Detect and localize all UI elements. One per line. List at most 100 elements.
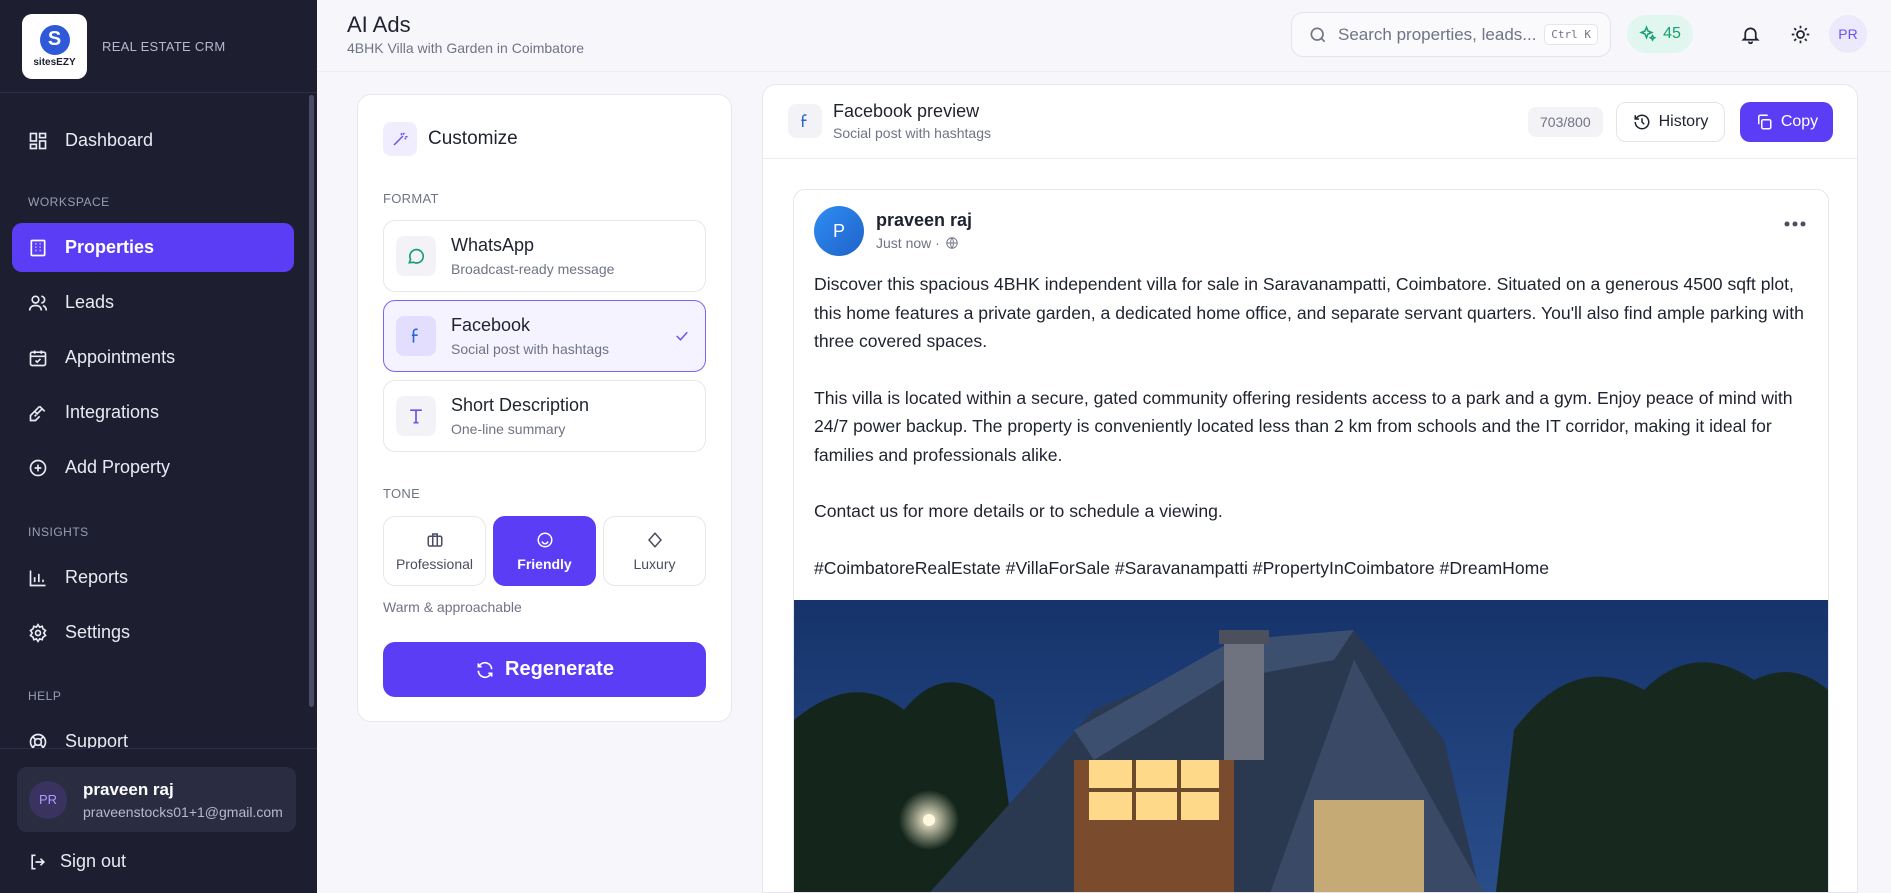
check-icon <box>673 327 691 350</box>
format-option-whatsapp[interactable]: WhatsApp Broadcast-ready message <box>383 220 706 292</box>
gear-icon <box>28 622 48 643</box>
tone-option-friendly[interactable]: Friendly <box>493 516 596 586</box>
plug-icon <box>28 403 48 423</box>
building-icon <box>28 238 48 258</box>
sign-out-label: Sign out <box>60 851 127 871</box>
sidebar-item-properties[interactable]: Properties <box>12 223 294 272</box>
logo-mark: S <box>39 24 70 55</box>
tone-label-text: Professional <box>395 555 474 572</box>
credits-count: 45 <box>1663 25 1681 42</box>
copy-label: Copy <box>1780 113 1819 130</box>
sidebar-item-appointments[interactable]: Appointments <box>12 333 294 382</box>
text-icon <box>396 396 436 436</box>
facebook-icon <box>788 104 822 138</box>
plus-circle-icon <box>28 458 48 478</box>
regenerate-button[interactable]: Regenerate <box>383 642 706 697</box>
format-label: FORMAT <box>383 191 439 206</box>
property-photo <box>794 600 1828 892</box>
logo[interactable]: S sitesEZY <box>22 13 87 79</box>
smile-icon <box>537 532 552 547</box>
avatar: PR <box>29 780 67 819</box>
villa-image <box>794 600 1828 892</box>
post-hashtags: #CoimbatoreRealEstate #VillaForSale #Sar… <box>814 557 1550 578</box>
format-title: WhatsApp <box>451 235 535 255</box>
sidebar-item-integrations[interactable]: Integrations <box>12 388 294 437</box>
magic-wand-icon <box>383 122 417 156</box>
search-box[interactable]: Ctrl K <box>1291 12 1611 57</box>
section-label-workspace: WORKSPACE <box>28 195 110 209</box>
sign-out-icon <box>31 854 46 869</box>
sidebar-item-reports[interactable]: Reports <box>12 553 294 602</box>
format-option-short-description[interactable]: Short Description One-line summary <box>383 380 706 452</box>
format-option-facebook[interactable]: Facebook Social post with hashtags <box>383 300 706 372</box>
tone-description: Warm & approachable <box>383 599 522 615</box>
history-label: History <box>1658 113 1709 130</box>
post-body: Discover this spacious 4BHK independent … <box>814 270 1810 610</box>
user-email: praveenstocks01+1@gmail.com <box>83 803 283 820</box>
briefcase-icon <box>427 532 442 547</box>
more-options-button[interactable] <box>1784 215 1806 233</box>
format-subtitle: Social post with hashtags <box>451 341 609 357</box>
format-title: Facebook <box>451 315 531 335</box>
tone-label-text: Luxury <box>633 555 676 572</box>
character-counter: 703/800 <box>1528 107 1603 137</box>
preview-subtitle: Social post with hashtags <box>833 125 991 141</box>
page-title: AI Ads <box>347 12 411 37</box>
user-info: praveen raj praveenstocks01+1@gmail.com <box>83 780 288 820</box>
sidebar-item-label: Add Property <box>65 457 171 477</box>
notifications-button[interactable] <box>1731 15 1769 53</box>
facebook-post-card: P praveen raj Just now · Discover this s… <box>793 189 1829 892</box>
page-subtitle: 4BHK Villa with Garden in Coimbatore <box>347 40 585 56</box>
diamond-icon <box>647 531 662 548</box>
tone-option-luxury[interactable]: Luxury <box>603 516 706 586</box>
format-subtitle: One-line summary <box>451 421 566 437</box>
preview-panel: Facebook preview Social post with hashta… <box>762 84 1858 893</box>
users-icon <box>28 293 48 313</box>
customize-panel: Customize FORMAT WhatsApp Broadcast-read… <box>357 94 732 722</box>
dashboard-icon <box>28 131 48 151</box>
logo-text: sitesEZY <box>33 56 76 68</box>
user-card[interactable]: PR praveen raj praveenstocks01+1@gmail.c… <box>17 767 296 832</box>
theme-toggle-button[interactable] <box>1781 15 1819 53</box>
search-icon <box>1310 27 1326 42</box>
post-author: praveen raj <box>876 210 973 230</box>
sidebar-item-label: Appointments <box>65 347 176 367</box>
customize-title: Customize <box>428 128 518 149</box>
tone-label: TONE <box>383 486 421 501</box>
shortcut-hint: Ctrl K <box>1544 24 1598 45</box>
facebook-icon <box>396 316 436 356</box>
brand-subtitle: REAL ESTATE CRM <box>102 38 226 54</box>
more-horizontal-icon <box>1784 221 1806 227</box>
post-paragraph: This villa is located within a secure, g… <box>814 387 1793 465</box>
sidebar-item-leads[interactable]: Leads <box>12 278 294 327</box>
sidebar-item-settings[interactable]: Settings <box>12 608 294 657</box>
search-input[interactable] <box>1338 24 1538 45</box>
sidebar-item-dashboard[interactable]: Dashboard <box>12 116 294 165</box>
sidebar-item-add-property[interactable]: Add Property <box>12 443 294 492</box>
sidebar: S sitesEZY REAL ESTATE CRM Dashboard WOR… <box>0 0 317 893</box>
sign-out-button[interactable]: Sign out <box>28 851 126 872</box>
sidebar-item-label: Reports <box>65 567 129 587</box>
brand: S sitesEZY REAL ESTATE CRM <box>0 0 317 93</box>
globe-icon <box>946 237 958 249</box>
post-paragraph: Discover this spacious 4BHK independent … <box>814 274 1804 351</box>
refresh-icon <box>477 661 493 678</box>
sidebar-item-label: Properties <box>65 237 155 257</box>
post-paragraph: Contact us for more details or to schedu… <box>814 501 1223 521</box>
tone-option-professional[interactable]: Professional <box>383 516 486 586</box>
regenerate-label: Regenerate <box>505 658 614 680</box>
sidebar-item-label: Leads <box>65 292 115 312</box>
bar-chart-icon <box>28 568 48 588</box>
history-button[interactable]: History <box>1616 102 1725 142</box>
avatar[interactable]: PR <box>1829 15 1867 53</box>
copy-button[interactable]: Copy <box>1740 102 1833 142</box>
history-icon <box>1634 114 1650 130</box>
tone-label-text: Friendly <box>517 555 572 572</box>
top-header: AI Ads 4BHK Villa with Garden in Coimbat… <box>317 0 1891 72</box>
post-timestamp: Just now · <box>876 235 959 251</box>
ai-credits-badge[interactable]: 45 <box>1627 15 1693 53</box>
sidebar-scrollbar[interactable] <box>309 95 314 707</box>
preview-header: Facebook preview Social post with hashta… <box>763 85 1857 159</box>
sidebar-item-label: Dashboard <box>65 130 154 150</box>
sun-icon <box>1791 25 1809 43</box>
